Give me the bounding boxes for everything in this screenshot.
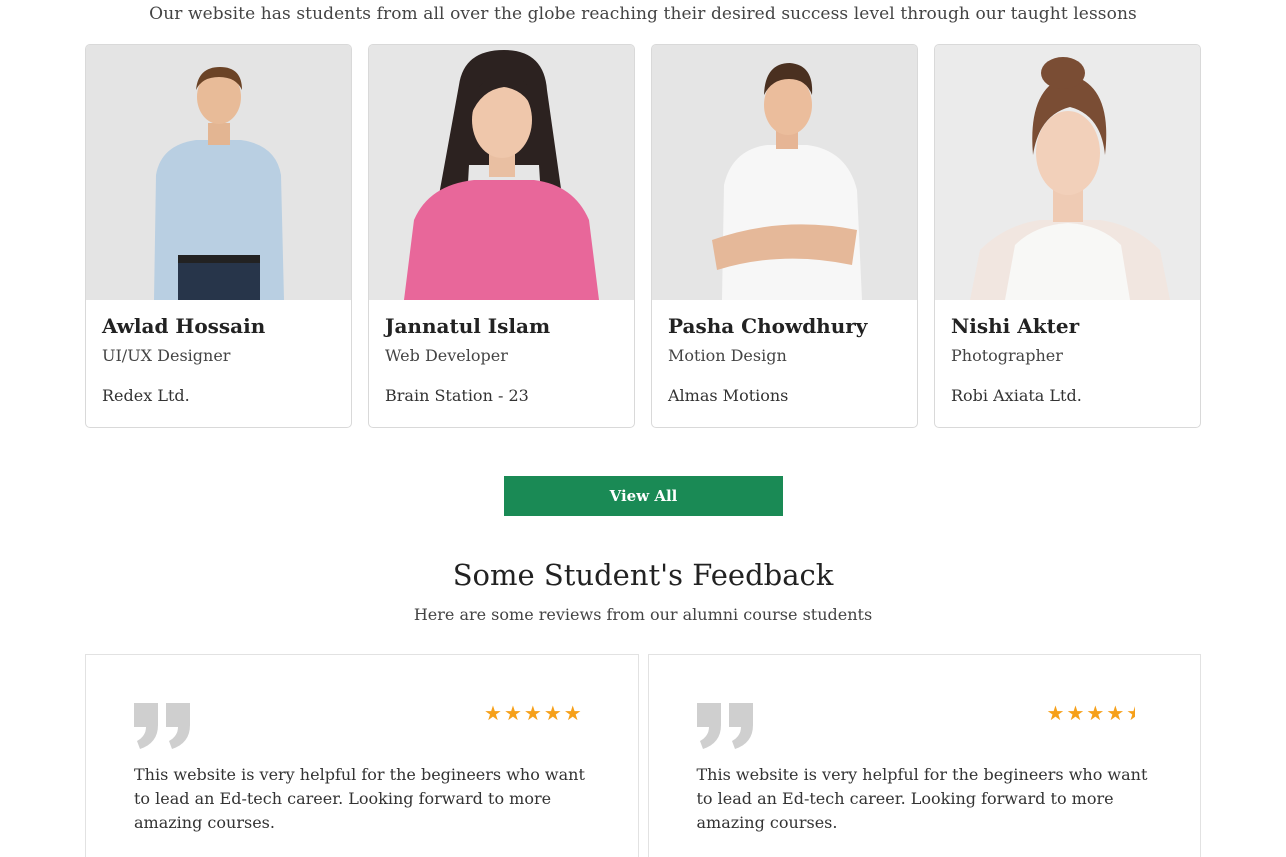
star-full-icon: ★ [1046,701,1065,725]
review-list: ★ ★ ★ ★ ★ This website is very helpful for t… [85,654,1201,857]
star-full-icon: ★ [543,701,562,725]
star-full-icon: ★ [523,701,542,725]
student-name: Nishi Akter [951,314,1080,338]
view-all-button[interactable]: View All [504,476,783,516]
student-card[interactable]: Awlad Hossain UI/UX Designer Redex Ltd. [85,44,352,428]
student-role: Web Developer [385,346,508,365]
star-full-icon: ★ [503,701,522,725]
student-photo [86,45,351,300]
section-intro-text: Our website has students from all over t… [149,4,1137,24]
star-full-icon: ★ [1106,701,1125,725]
review-card: ★ ★ ★ ★ ★ This website is very helpful for t… [85,654,639,857]
star-full-icon: ★ [484,701,502,725]
student-card[interactable]: Jannatul Islam Web Developer Brain Stati… [368,44,635,428]
student-name: Awlad Hossain [102,314,266,338]
student-role: Motion Design [668,346,787,365]
rating-stars: ★ ★ ★ ★ ★ [1047,703,1145,723]
student-photo [935,45,1200,300]
student-photo [369,45,634,300]
student-name: Jannatul Islam [385,314,551,338]
student-name: Pasha Chowdhury [668,314,868,338]
feedback-title: Some Student's Feedback [452,558,834,592]
star-full-icon: ★ [1086,701,1105,725]
review-card: ★ ★ ★ ★ ★ This website is very helpful for t… [647,654,1201,857]
star-half-icon: ★ [1126,701,1145,725]
student-company: Brain Station - 23 [385,386,529,405]
rating-stars: ★ ★ ★ ★ ★ [484,703,582,723]
review-text: This website is very helpful for the beg… [696,765,1148,832]
star-full-icon: ★ [1066,701,1085,725]
star-full-icon: ★ [563,701,582,725]
student-cards: Awlad Hossain UI/UX Designer Redex Ltd. … [85,44,1201,428]
student-card[interactable]: Pasha Chowdhury Motion Design Almas Moti… [651,44,918,428]
student-company: Robi Axiata Ltd. [951,386,1082,405]
student-card[interactable]: Nishi Akter Photographer Robi Axiata Ltd… [934,44,1201,428]
student-role: UI/UX Designer [102,346,231,365]
student-photo [652,45,917,300]
student-company: Almas Motions [668,386,789,405]
quote-icon [696,703,753,749]
quote-icon [134,703,190,749]
review-text: This website is very helpful for the beg… [134,765,585,832]
student-role: Photographer [951,346,1063,365]
feedback-subtitle: Here are some reviews from our alumni co… [413,605,873,624]
student-company: Redex Ltd. [102,386,190,405]
